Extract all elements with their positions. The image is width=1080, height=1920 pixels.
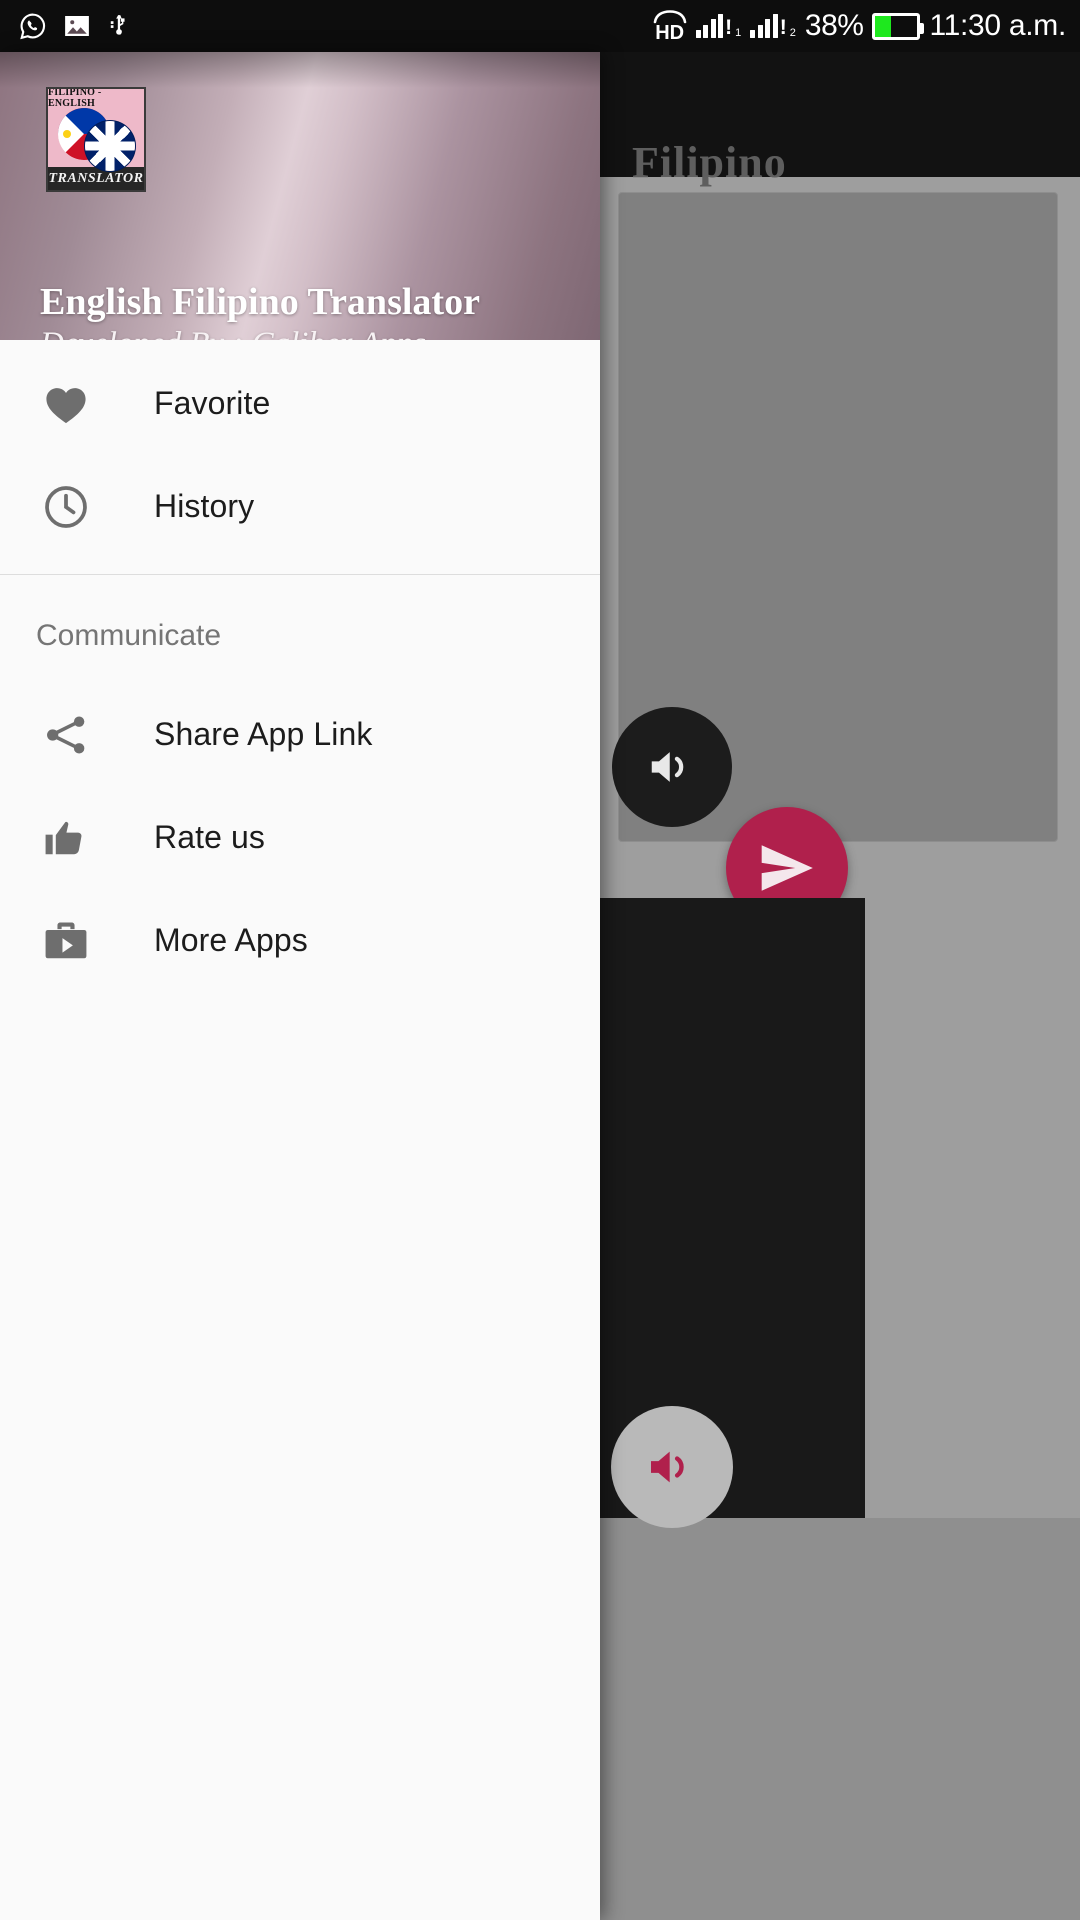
battery-icon [872,12,925,40]
heart-icon [36,374,96,434]
drawer-header: FILIPINO - ENGLISH TRANSLATOR English Fi… [0,52,600,340]
speaker-icon [651,752,684,782]
drawer-item-more-apps[interactable]: More Apps [0,889,600,992]
drawer-item-favorite[interactable]: Favorite [0,352,600,455]
battery-fill [875,15,892,37]
drawer-primary-group: Favorite History [0,340,600,558]
whatsapp-icon [20,13,46,40]
speaker-icon [651,1451,684,1483]
clock-icon [36,477,96,537]
sim2-signal-bars [750,14,778,38]
background-appbar-title: Filipino [632,138,787,187]
sim2-index-label: 2 [789,27,796,39]
drawer-item-label: Rate us [154,819,265,855]
volte-label: HD [655,21,685,44]
drawer-item-share-app-link[interactable]: Share App Link [0,683,600,786]
battery-percent-label: 38% [804,9,864,42]
image-icon [65,16,89,36]
sim1-alert-label: ! [725,16,733,39]
united-kingdom-flag-icon [84,120,136,172]
drawer-item-rate-us[interactable]: Rate us [0,786,600,889]
clock-label: 11:30 a.m. [929,9,1066,42]
usb-icon [110,15,125,35]
navigation-drawer[interactable]: FILIPINO - ENGLISH TRANSLATOR English Fi… [0,52,600,1920]
sim1-signal-bars [695,14,724,38]
drawer-item-label: Share App Link [154,716,373,752]
thumbs-up-icon [36,808,96,868]
drawer-app-title: English Filipino Translator [40,281,480,323]
drawer-item-label: More Apps [154,922,308,958]
drawer-section-title-communicate: Communicate [36,619,222,652]
status-bar-left-icons [18,0,132,52]
background-bottom-area [600,1518,1080,1920]
share-icon [36,705,96,765]
philippines-flag-sun [63,130,71,138]
background-speaker-button [612,707,732,827]
sim2-alert-label: ! [779,16,787,39]
drawer-item-label: Favorite [154,385,271,421]
sim2-signal-icon: ! 2 [750,14,796,39]
volte-hd-icon: HD [653,9,687,44]
drawer-communicate-group: Share App Link Rate us More Apps [0,683,600,992]
philippines-flag-triangle [58,108,84,160]
app-logo-top-label: FILIPINO - ENGLISH [48,87,102,109]
app-logo-bottom-label: TRANSLATOR [48,170,144,186]
drawer-item-history[interactable]: History [0,455,600,558]
drawer-item-label: History [154,488,255,524]
status-bar-right-icons: HD ! 1 ! 2 38% 11:30 a.m. [653,0,1066,52]
sim1-signal-icon: ! 1 [695,14,742,39]
app-logo: FILIPINO - ENGLISH TRANSLATOR [46,87,146,192]
app-logo-flags [48,106,144,172]
drawer-developer-subtitle: Developed By : Caliber Apps [40,326,426,340]
background-bottom-speaker-button [611,1406,733,1528]
status-bar: HD ! 1 ! 2 38% 11:30 a.m. [0,0,1080,52]
sim1-index-label: 1 [735,27,742,39]
briefcase-apps-icon [36,911,96,971]
send-icon [761,845,813,891]
